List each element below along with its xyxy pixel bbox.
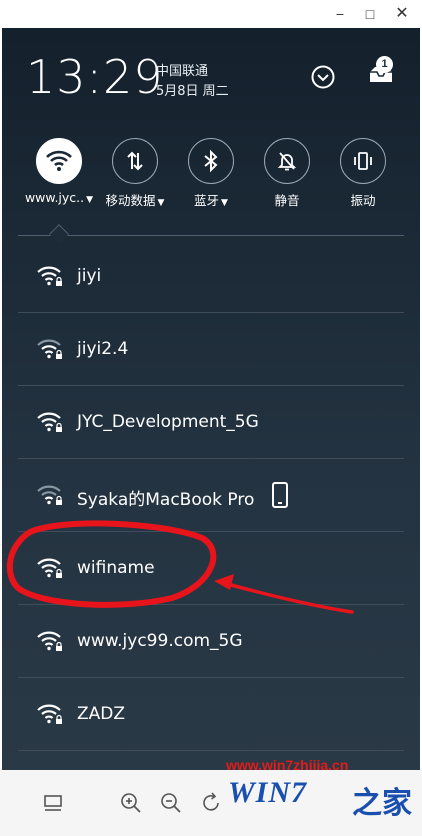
wifi-network-item[interactable]: wifiname bbox=[2, 532, 420, 605]
toggle-vibrate-label: 振动 bbox=[350, 193, 376, 208]
toggle-mobile-data-circle bbox=[112, 138, 158, 184]
wifi-network-item[interactable]: Syaka的MacBook Pro bbox=[2, 459, 420, 532]
window-titlebar: − □ ✕ bbox=[0, 0, 422, 28]
wifi-ssid: ZADZ bbox=[77, 704, 126, 724]
wifi-ssid: jiyi2.4 bbox=[77, 339, 129, 359]
date-text: 5月8日 周二 bbox=[156, 84, 229, 99]
wifi-network-item[interactable]: www.jyc99.com_5G bbox=[2, 605, 420, 678]
wifi-ssid: www.jyc99.com_5G bbox=[77, 631, 243, 651]
toggle-wifi-circle bbox=[36, 138, 82, 184]
wifi-ssid: jiyi bbox=[77, 266, 102, 286]
mute-icon bbox=[277, 152, 297, 171]
wifi-network-list: jiyi jiyi2.4 JYC_Development_5G Syaka的Ma… bbox=[2, 240, 420, 751]
toggle-mute-label: 静音 bbox=[274, 193, 300, 208]
watermark-logo: WIN7 bbox=[228, 776, 308, 809]
caret-icon: ▼ bbox=[157, 198, 165, 208]
toggle-mobile-data-label: 移动数据 bbox=[105, 193, 156, 208]
clock-time: 13:29 bbox=[26, 50, 164, 104]
minimize-button[interactable]: − bbox=[330, 4, 350, 24]
toggle-mobile-data[interactable]: 移动数据 ▼ bbox=[100, 138, 170, 218]
phone-screen: 13:29 中国联通 5月8日 周二 1 www.jyc.. ▼ 移动数据 ▼ … bbox=[2, 28, 420, 770]
caret-icon: ▼ bbox=[221, 198, 228, 208]
toggle-vibrate-circle bbox=[340, 138, 386, 184]
close-button[interactable]: ✕ bbox=[392, 4, 412, 24]
toggle-vibrate[interactable]: 振动 bbox=[328, 138, 398, 218]
notification-badge: 1 bbox=[376, 56, 393, 73]
wifi-locked-icon bbox=[37, 412, 62, 432]
toggle-mute-circle bbox=[264, 138, 310, 184]
chevron-down-icon[interactable] bbox=[308, 62, 338, 92]
divider bbox=[18, 750, 404, 751]
carrier-name: 中国联通 bbox=[156, 64, 209, 79]
wifi-network-item[interactable]: JYC_Development_5G bbox=[2, 386, 420, 459]
toggle-mute[interactable]: 静音 bbox=[252, 138, 322, 218]
layout-icon[interactable] bbox=[40, 790, 66, 816]
wifi-ssid: wifiname bbox=[77, 558, 155, 578]
wifi-network-item[interactable]: ZADZ bbox=[2, 678, 420, 751]
wifi-icon bbox=[46, 150, 72, 171]
wifi-locked-icon bbox=[37, 558, 62, 578]
vibrate-icon bbox=[354, 152, 372, 170]
watermark-logo-cn: 之家 bbox=[352, 786, 412, 821]
bluetooth-icon bbox=[204, 149, 218, 173]
toggle-bluetooth[interactable]: 蓝牙 ▼ bbox=[176, 138, 246, 218]
wifi-locked-icon bbox=[37, 485, 62, 505]
wifi-ssid: Syaka的MacBook Pro bbox=[77, 490, 255, 510]
wifi-locked-icon bbox=[37, 339, 62, 359]
toggle-wifi-label: www.jyc.. bbox=[24, 190, 85, 205]
rotate-icon[interactable] bbox=[198, 790, 224, 816]
toggle-bluetooth-circle bbox=[188, 138, 234, 184]
mobile-data-icon bbox=[127, 151, 143, 171]
maximize-button[interactable]: □ bbox=[360, 4, 380, 24]
phone-icon bbox=[272, 482, 288, 508]
wifi-ssid: JYC_Development_5G bbox=[77, 412, 259, 432]
zoom-in-icon[interactable] bbox=[118, 790, 144, 816]
toggle-wifi[interactable]: www.jyc.. ▼ bbox=[24, 138, 94, 218]
wifi-network-item[interactable]: jiyi bbox=[2, 240, 420, 313]
caret-icon: ▼ bbox=[86, 195, 94, 205]
divider bbox=[18, 235, 404, 236]
wifi-locked-icon bbox=[37, 266, 62, 286]
wifi-network-item[interactable]: jiyi2.4 bbox=[2, 313, 420, 386]
zoom-out-icon[interactable] bbox=[158, 790, 184, 816]
wifi-locked-icon bbox=[37, 704, 62, 724]
wifi-locked-icon bbox=[37, 631, 62, 651]
toggle-bluetooth-label: 蓝牙 bbox=[194, 193, 220, 208]
